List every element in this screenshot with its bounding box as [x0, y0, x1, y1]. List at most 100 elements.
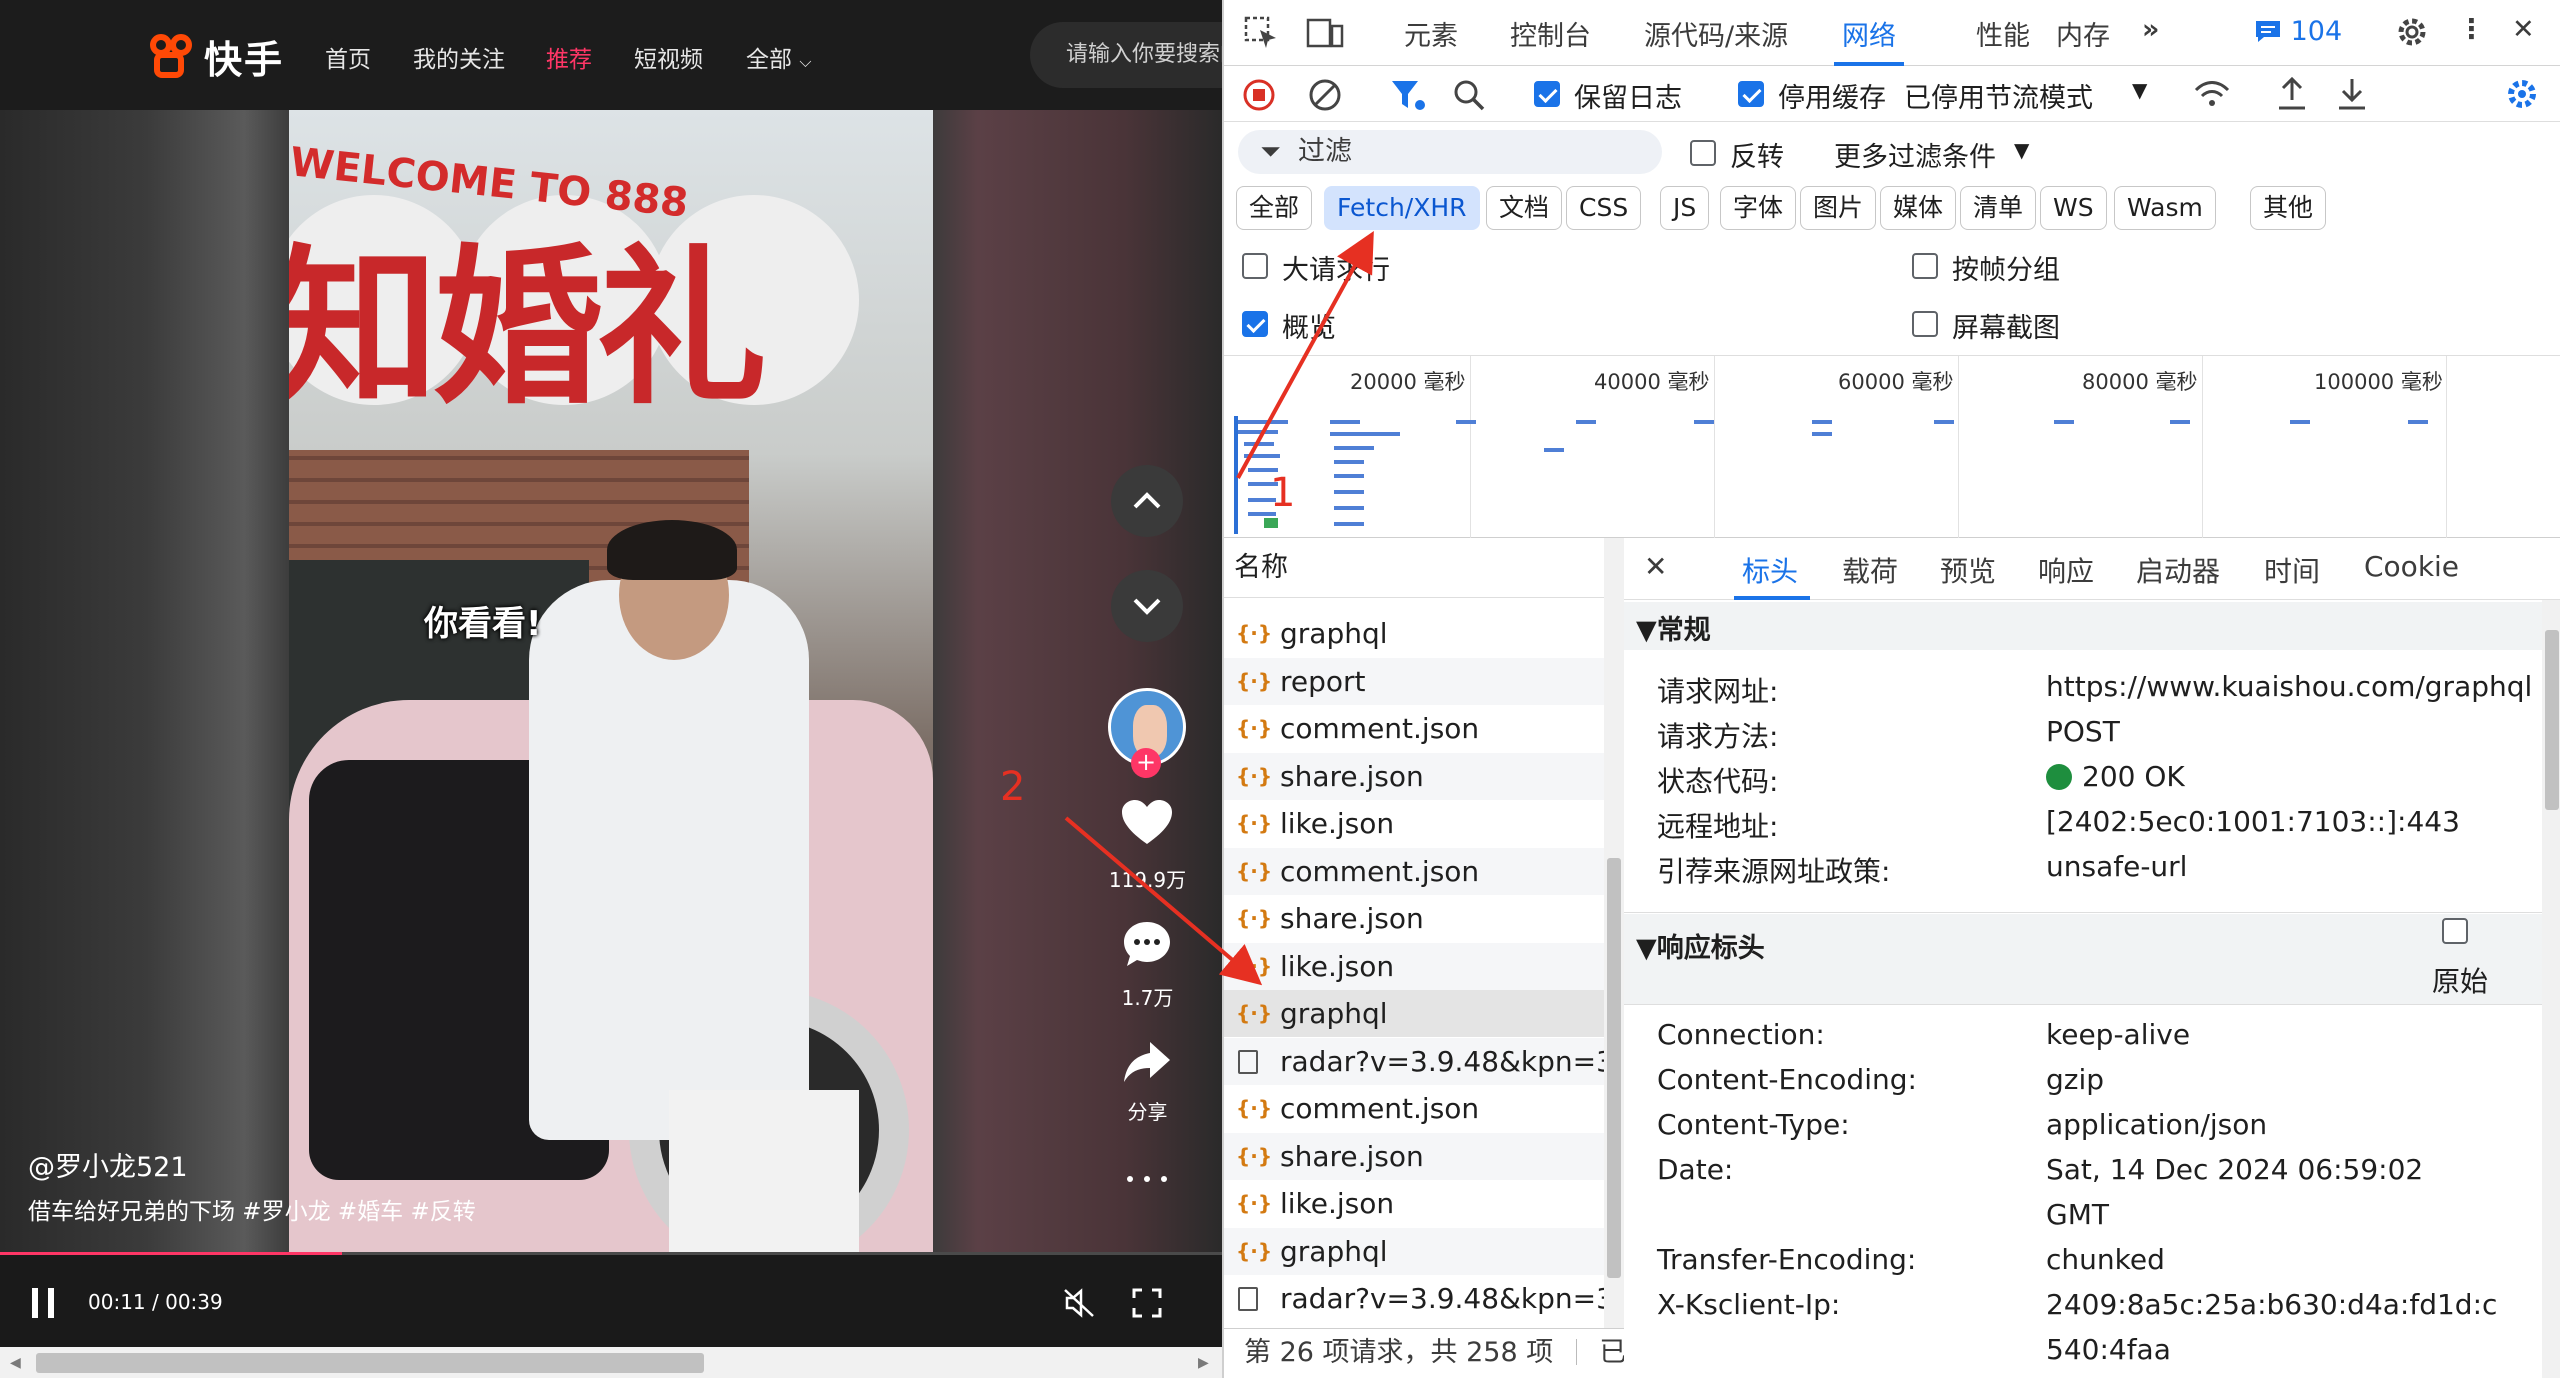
nav-home[interactable]: 首页	[325, 40, 371, 74]
invert-checkbox[interactable]	[1690, 140, 1716, 166]
request-row[interactable]: radar?v=3.9.48&kpn=30	[1224, 1037, 1604, 1085]
nav-recommend[interactable]: 推荐	[546, 40, 592, 74]
chip-all[interactable]: 全部	[1236, 186, 1313, 230]
filter-input[interactable]: ⏷ 过滤	[1238, 130, 1662, 174]
request-row[interactable]: {·} like.json	[1224, 942, 1604, 990]
clear-icon[interactable]	[1308, 78, 1342, 112]
tab-initiator[interactable]: 启动器	[2136, 550, 2220, 590]
general-section-toggle[interactable]: ▼常规	[1636, 608, 1711, 647]
chip-ws[interactable]: WS	[2040, 186, 2107, 230]
tab-performance[interactable]: 性能	[1976, 14, 2030, 53]
nav-following[interactable]: 我的关注	[413, 40, 505, 74]
more-filters-dropdown-icon[interactable]: ▼	[2014, 138, 2029, 162]
request-row[interactable]: {·} comment.json	[1224, 705, 1604, 752]
tab-response[interactable]: 响应	[2038, 550, 2094, 590]
upload-icon[interactable]	[2276, 76, 2308, 112]
name-column-header[interactable]: 名称	[1224, 538, 1624, 598]
comment-icon[interactable]	[1122, 920, 1172, 968]
gear-icon[interactable]	[2394, 14, 2430, 50]
screenshots-checkbox[interactable]	[1912, 311, 1938, 337]
chip-css[interactable]: CSS	[1566, 186, 1642, 230]
more-filters-button[interactable]: 更多过滤条件	[1834, 135, 1996, 174]
details-scrollbar[interactable]	[2542, 600, 2560, 1378]
kuaishou-logo[interactable]: 快手	[150, 30, 284, 82]
scrollbar-thumb[interactable]	[36, 1353, 704, 1373]
throttle-dropdown-icon[interactable]: ▼	[2132, 78, 2147, 102]
close-icon[interactable]: ✕	[2512, 14, 2535, 45]
filter-icon[interactable]	[1390, 78, 1426, 112]
request-list-scrollbar[interactable]	[1604, 538, 1624, 1328]
previous-video-button[interactable]	[1111, 465, 1183, 537]
horizontal-scrollbar[interactable]: ◀ ▶	[0, 1347, 1222, 1378]
response-headers-toggle[interactable]: ▼响应标头	[1636, 926, 1765, 965]
request-row[interactable]: {·} graphql	[1224, 610, 1604, 657]
chip-other[interactable]: 其他	[2250, 186, 2327, 230]
scrollbar-thumb[interactable]	[2545, 630, 2559, 810]
tab-memory[interactable]: 内存	[2056, 14, 2110, 53]
throttle-select[interactable]: 已停用节流模式	[1904, 76, 2093, 115]
fullscreen-icon[interactable]	[1132, 1288, 1162, 1318]
request-row[interactable]: {·} share.json	[1224, 752, 1604, 800]
tab-elements[interactable]: 元素	[1404, 14, 1458, 53]
tab-network[interactable]: 网络	[1842, 14, 1896, 53]
chip-media[interactable]: 媒体	[1880, 186, 1957, 230]
nav-all[interactable]: 全部 ⌵	[746, 40, 811, 74]
overview-checkbox[interactable]	[1242, 311, 1268, 337]
video-area[interactable]: WELCOME TO 888 知婚礼 你看看! + 119.9万 1.7万 分享	[0, 110, 1222, 1255]
request-row[interactable]: radar?v=3.9.48&kpn=30	[1224, 1275, 1604, 1322]
tab-cookies[interactable]: Cookie	[2364, 550, 2459, 583]
inspect-element-icon[interactable]	[1244, 16, 1278, 50]
request-row[interactable]: {·} share.json	[1224, 1132, 1604, 1180]
more-tabs-icon[interactable]: »	[2142, 14, 2159, 45]
tab-sources[interactable]: 源代码/来源	[1644, 14, 1788, 53]
request-row[interactable]: {·} like.json	[1224, 1180, 1604, 1227]
tab-headers[interactable]: 标头	[1742, 550, 1798, 590]
chip-font[interactable]: 字体	[1720, 186, 1797, 230]
network-conditions-icon[interactable]	[2192, 78, 2232, 112]
tab-console[interactable]: 控制台	[1510, 14, 1591, 53]
big-rows-checkbox[interactable]	[1242, 253, 1268, 279]
search-input[interactable]: 请输入你要搜索的内容	[1030, 22, 1222, 88]
network-overview-timeline[interactable]: 20000 毫秒 40000 毫秒 60000 毫秒 80000 毫秒 1000…	[1224, 356, 2560, 538]
chip-wasm[interactable]: Wasm	[2114, 186, 2216, 230]
request-row[interactable]: {·} graphql	[1224, 990, 1604, 1037]
tab-payload[interactable]: 载荷	[1842, 550, 1898, 590]
scrollbar-thumb[interactable]	[1607, 858, 1621, 1278]
kebab-menu-icon[interactable]: ⋮	[2458, 14, 2485, 45]
close-details-icon[interactable]: ✕	[1644, 550, 1667, 583]
preserve-log-checkbox[interactable]	[1534, 81, 1560, 107]
request-row[interactable]: {·} report	[1224, 657, 1604, 705]
next-video-button[interactable]	[1111, 570, 1183, 642]
tab-preview[interactable]: 预览	[1940, 550, 1996, 590]
search-icon[interactable]	[1452, 78, 1486, 112]
heart-icon[interactable]	[1122, 800, 1172, 846]
chip-manifest[interactable]: 清单	[1960, 186, 2037, 230]
disable-cache-checkbox[interactable]	[1738, 81, 1764, 107]
chip-fetch-xhr[interactable]: Fetch/XHR	[1324, 186, 1480, 230]
request-row[interactable]: {·} share.json	[1224, 895, 1604, 942]
group-by-frame-checkbox[interactable]	[1912, 253, 1938, 279]
network-settings-gear-icon[interactable]	[2504, 76, 2540, 112]
scroll-left-icon[interactable]: ◀	[10, 1355, 21, 1371]
request-row[interactable]: {·} comment.json	[1224, 1085, 1604, 1132]
video-author[interactable]: @罗小龙521	[28, 1145, 188, 1184]
pause-icon[interactable]	[32, 1288, 58, 1318]
device-toolbar-icon[interactable]	[1306, 16, 1344, 50]
issues-counter[interactable]: 104	[2254, 16, 2342, 47]
tab-timing[interactable]: 时间	[2264, 550, 2320, 590]
request-row[interactable]: {·} like.json	[1224, 800, 1604, 847]
chip-js[interactable]: JS	[1660, 186, 1710, 230]
scroll-right-icon[interactable]: ▶	[1198, 1355, 1209, 1371]
raw-headers-checkbox[interactable]	[2442, 918, 2468, 944]
mute-icon[interactable]	[1063, 1288, 1097, 1318]
share-icon[interactable]	[1122, 1040, 1172, 1084]
stop-recording-icon[interactable]	[1242, 78, 1276, 112]
chip-doc[interactable]: 文档	[1486, 186, 1563, 230]
more-icon[interactable]	[1122, 1174, 1172, 1184]
request-row[interactable]: {·} graphql	[1224, 1227, 1604, 1275]
chip-img[interactable]: 图片	[1800, 186, 1877, 230]
request-row[interactable]: {·} comment.json	[1224, 847, 1604, 895]
follow-plus-button[interactable]: +	[1131, 748, 1161, 778]
download-icon[interactable]	[2336, 76, 2368, 112]
nav-short-video[interactable]: 短视频	[634, 40, 703, 74]
